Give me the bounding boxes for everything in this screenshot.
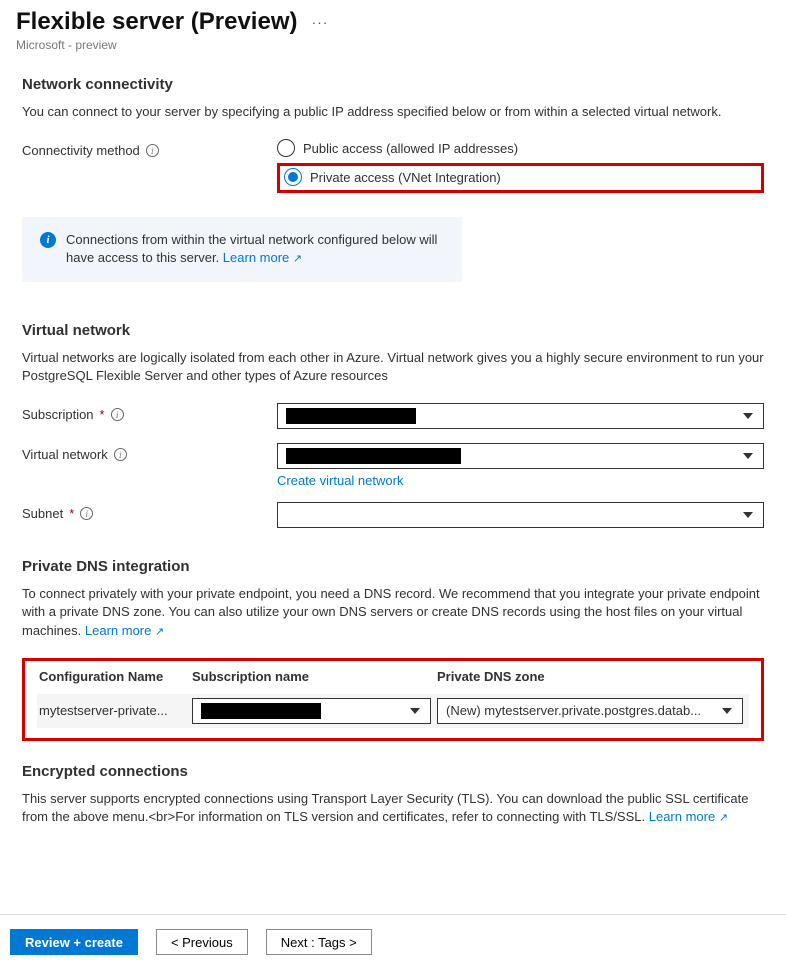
redacted-value: [201, 703, 321, 719]
info-bar: i Connections from within the virtual ne…: [22, 217, 462, 282]
info-icon[interactable]: i: [146, 144, 159, 157]
external-link-icon: ↗: [155, 626, 164, 638]
info-icon[interactable]: i: [114, 448, 127, 461]
dns-learn-more-link[interactable]: Learn more ↗: [85, 623, 164, 638]
dns-col-config: Configuration Name: [37, 669, 192, 684]
required-indicator: *: [69, 506, 74, 521]
dns-subscription-select[interactable]: [192, 698, 431, 724]
info-icon[interactable]: i: [80, 507, 93, 520]
info-bar-icon: i: [40, 232, 56, 248]
info-icon[interactable]: i: [111, 408, 124, 421]
radio-icon-selected: [284, 168, 302, 186]
vnet-description: Virtual networks are logically isolated …: [22, 349, 764, 385]
dns-heading: Private DNS integration: [22, 558, 764, 575]
page-header: Flexible server (Preview) ··· Microsoft …: [0, 0, 786, 58]
subscription-select[interactable]: [277, 403, 764, 429]
dns-col-zone: Private DNS zone: [437, 669, 749, 684]
dns-zone-value: (New) mytestserver.private.postgres.data…: [446, 703, 701, 718]
connectivity-method-label: Connectivity method: [22, 143, 140, 158]
page-title: Flexible server (Preview): [16, 8, 297, 36]
create-vnet-link[interactable]: Create virtual network: [277, 473, 403, 488]
dns-zone-select[interactable]: (New) mytestserver.private.postgres.data…: [437, 698, 743, 724]
vnet-heading: Virtual network: [22, 322, 764, 339]
dns-config-name: mytestserver-private...: [37, 703, 192, 718]
required-indicator: *: [100, 407, 105, 422]
info-learn-more-link[interactable]: Learn more ↗: [223, 250, 302, 265]
subnet-label: Subnet: [22, 506, 63, 521]
subscription-label: Subscription: [22, 407, 94, 422]
radio-private-label: Private access (VNet Integration): [310, 170, 501, 185]
more-icon[interactable]: ···: [311, 14, 328, 30]
external-link-icon: ↗: [293, 253, 302, 265]
network-description: You can connect to your server by specif…: [22, 103, 764, 121]
subnet-select[interactable]: [277, 502, 764, 528]
connectivity-method-field: Connectivity method i Public access (all…: [22, 139, 764, 193]
footer-actions: Review + create < Previous Next : Tags >: [0, 914, 786, 969]
dns-col-sub: Subscription name: [192, 669, 437, 684]
dns-description: To connect privately with your private e…: [22, 585, 764, 640]
radio-public-label: Public access (allowed IP addresses): [303, 141, 518, 156]
redacted-value: [286, 448, 461, 464]
external-link-icon: ↗: [719, 812, 728, 824]
vnet-field: Virtual network i Create virtual network: [22, 443, 764, 488]
dns-table-row: mytestserver-private... (New) mytestserv…: [37, 694, 749, 728]
review-create-button[interactable]: Review + create: [10, 929, 138, 955]
radio-public-access[interactable]: Public access (allowed IP addresses): [277, 139, 764, 157]
dns-table-header: Configuration Name Subscription name Pri…: [37, 669, 749, 694]
dns-highlight-box: Configuration Name Subscription name Pri…: [22, 658, 764, 741]
vnet-select[interactable]: [277, 443, 764, 469]
radio-private-access[interactable]: Private access (VNet Integration): [284, 168, 501, 186]
vnet-label: Virtual network: [22, 447, 108, 462]
previous-button[interactable]: < Previous: [156, 929, 248, 955]
page-subtitle: Microsoft - preview: [16, 38, 770, 52]
subnet-field: Subnet * i: [22, 502, 764, 528]
network-heading: Network connectivity: [22, 76, 764, 93]
redacted-value: [286, 408, 416, 424]
subscription-field: Subscription * i: [22, 403, 764, 429]
encrypted-heading: Encrypted connections: [22, 763, 764, 780]
encrypted-learn-more-link[interactable]: Learn more ↗: [649, 809, 728, 824]
next-button[interactable]: Next : Tags >: [266, 929, 372, 955]
radio-icon: [277, 139, 295, 157]
encrypted-description: This server supports encrypted connectio…: [22, 790, 764, 827]
highlight-private-access: Private access (VNet Integration): [277, 163, 764, 193]
